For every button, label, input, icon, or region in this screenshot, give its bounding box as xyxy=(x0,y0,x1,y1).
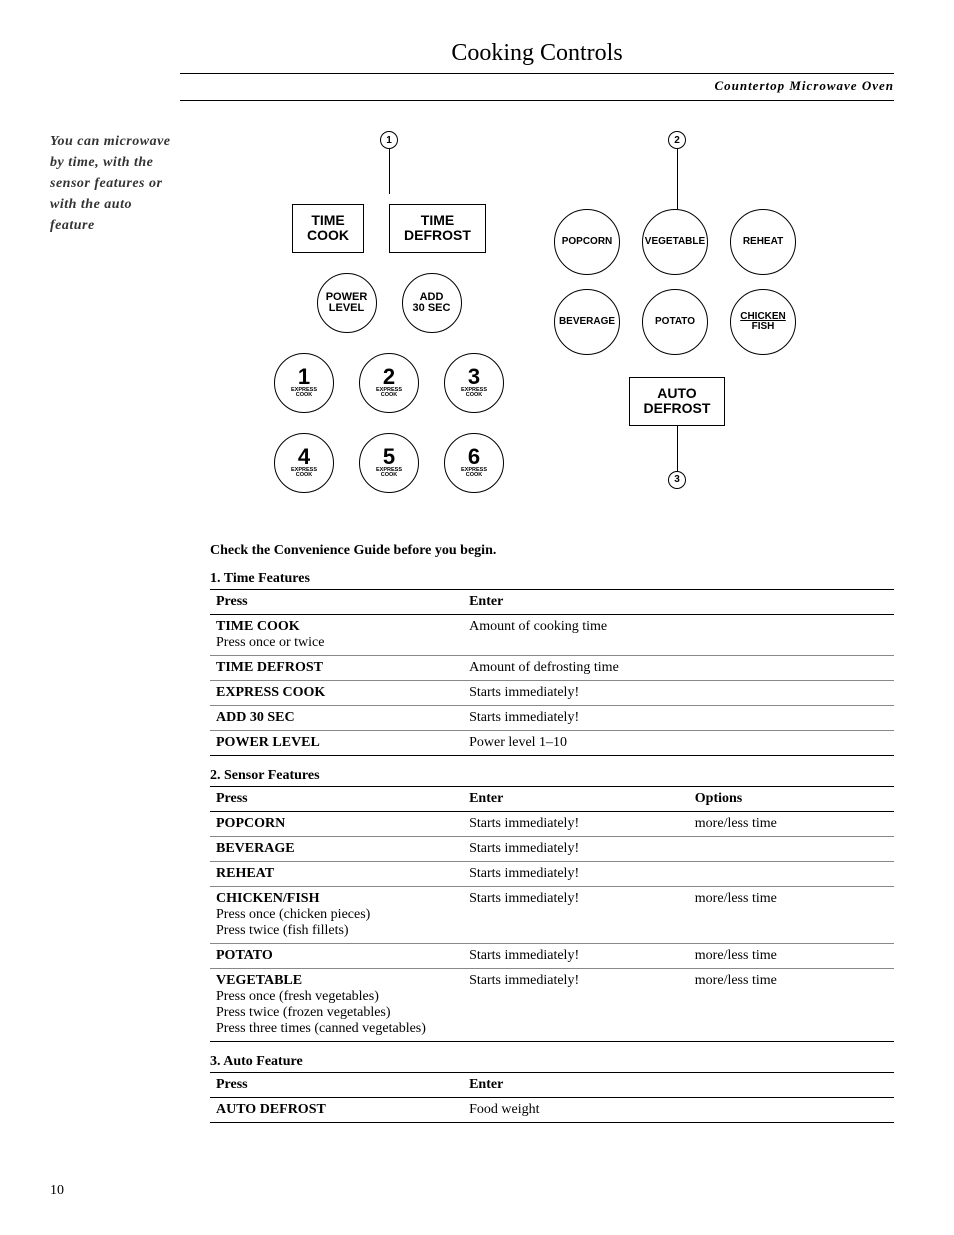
connector-line xyxy=(677,426,678,471)
connector-line xyxy=(677,149,678,209)
lead-text: Check the Convenience Guide before you b… xyxy=(210,543,894,559)
connector-line xyxy=(389,149,390,194)
callout-3: 3 xyxy=(668,471,686,489)
reheat-button: REHEAT xyxy=(730,209,796,275)
page-title: Cooking Controls xyxy=(50,40,894,67)
time-cluster: 1 TIME COOK TIME DEFROST POWER LEVEL ADD… xyxy=(274,131,504,503)
product-subtitle: Countertop Microwave Oven xyxy=(50,78,894,94)
table-row: VEGETABLE Press once (fresh vegetables) … xyxy=(210,968,894,1041)
add-30-sec-button: ADD 30 SEC xyxy=(402,273,462,333)
callout-1: 1 xyxy=(380,131,398,149)
table-row: POPCORNStarts immediately!more/less time xyxy=(210,811,894,836)
divider xyxy=(180,73,894,74)
sensor-features-table: Press Enter Options POPCORNStarts immedi… xyxy=(210,786,894,1042)
vegetable-button: VEGETABLE xyxy=(642,209,708,275)
table-row: POWER LEVELPower level 1–10 xyxy=(210,730,894,755)
auto-feature-table: Press Enter AUTO DEFROSTFood weight xyxy=(210,1072,894,1123)
col-enter: Enter xyxy=(463,1072,894,1097)
table-row: AUTO DEFROSTFood weight xyxy=(210,1097,894,1122)
sensor-cluster: 2 POPCORN VEGETABLE REHEAT BEVERAGE POTA… xyxy=(554,131,800,503)
table-row: TIME DEFROSTAmount of defrosting time xyxy=(210,655,894,680)
time-defrost-button: TIME DEFROST xyxy=(389,204,486,253)
table-row: ADD 30 SECStarts immediately! xyxy=(210,705,894,730)
express-4-button: 4EXPRESS COOK xyxy=(274,433,334,493)
col-enter: Enter xyxy=(463,589,894,614)
popcorn-button: POPCORN xyxy=(554,209,620,275)
express-6-button: 6EXPRESS COOK xyxy=(444,433,504,493)
page-number: 10 xyxy=(50,1183,894,1199)
power-level-button: POWER LEVEL xyxy=(317,273,377,333)
auto-defrost-button: AUTO DEFROST xyxy=(629,377,726,426)
table-row: REHEATStarts immediately! xyxy=(210,861,894,886)
section-heading-sensor: 2. Sensor Features xyxy=(210,768,894,784)
time-features-table: Press Enter TIME COOKPress once or twice… xyxy=(210,589,894,756)
express-3-button: 3EXPRESS COOK xyxy=(444,353,504,413)
table-row: CHICKEN/FISH Press once (chicken pieces)… xyxy=(210,886,894,943)
express-1-button: 1EXPRESS COOK xyxy=(274,353,334,413)
express-2-button: 2EXPRESS COOK xyxy=(359,353,419,413)
beverage-button: BEVERAGE xyxy=(554,289,620,355)
table-row: TIME COOKPress once or twice Amount of c… xyxy=(210,614,894,655)
divider xyxy=(180,100,894,101)
potato-button: POTATO xyxy=(642,289,708,355)
side-note: You can microwave by time, with the sens… xyxy=(50,131,180,236)
chicken-fish-button: CHICKEN FISH xyxy=(730,289,796,355)
table-row: BEVERAGEStarts immediately! xyxy=(210,836,894,861)
table-row: POTATOStarts immediately!more/less time xyxy=(210,943,894,968)
col-press: Press xyxy=(210,786,463,811)
col-enter: Enter xyxy=(463,786,689,811)
table-row: EXPRESS COOKStarts immediately! xyxy=(210,680,894,705)
express-5-button: 5EXPRESS COOK xyxy=(359,433,419,493)
col-press: Press xyxy=(210,589,463,614)
callout-2: 2 xyxy=(668,131,686,149)
col-options: Options xyxy=(689,786,894,811)
control-diagram: 1 TIME COOK TIME DEFROST POWER LEVEL ADD… xyxy=(180,131,894,533)
section-heading-auto: 3. Auto Feature xyxy=(210,1054,894,1070)
section-heading-time: 1. Time Features xyxy=(210,571,894,587)
time-cook-button: TIME COOK xyxy=(292,204,364,253)
col-press: Press xyxy=(210,1072,463,1097)
